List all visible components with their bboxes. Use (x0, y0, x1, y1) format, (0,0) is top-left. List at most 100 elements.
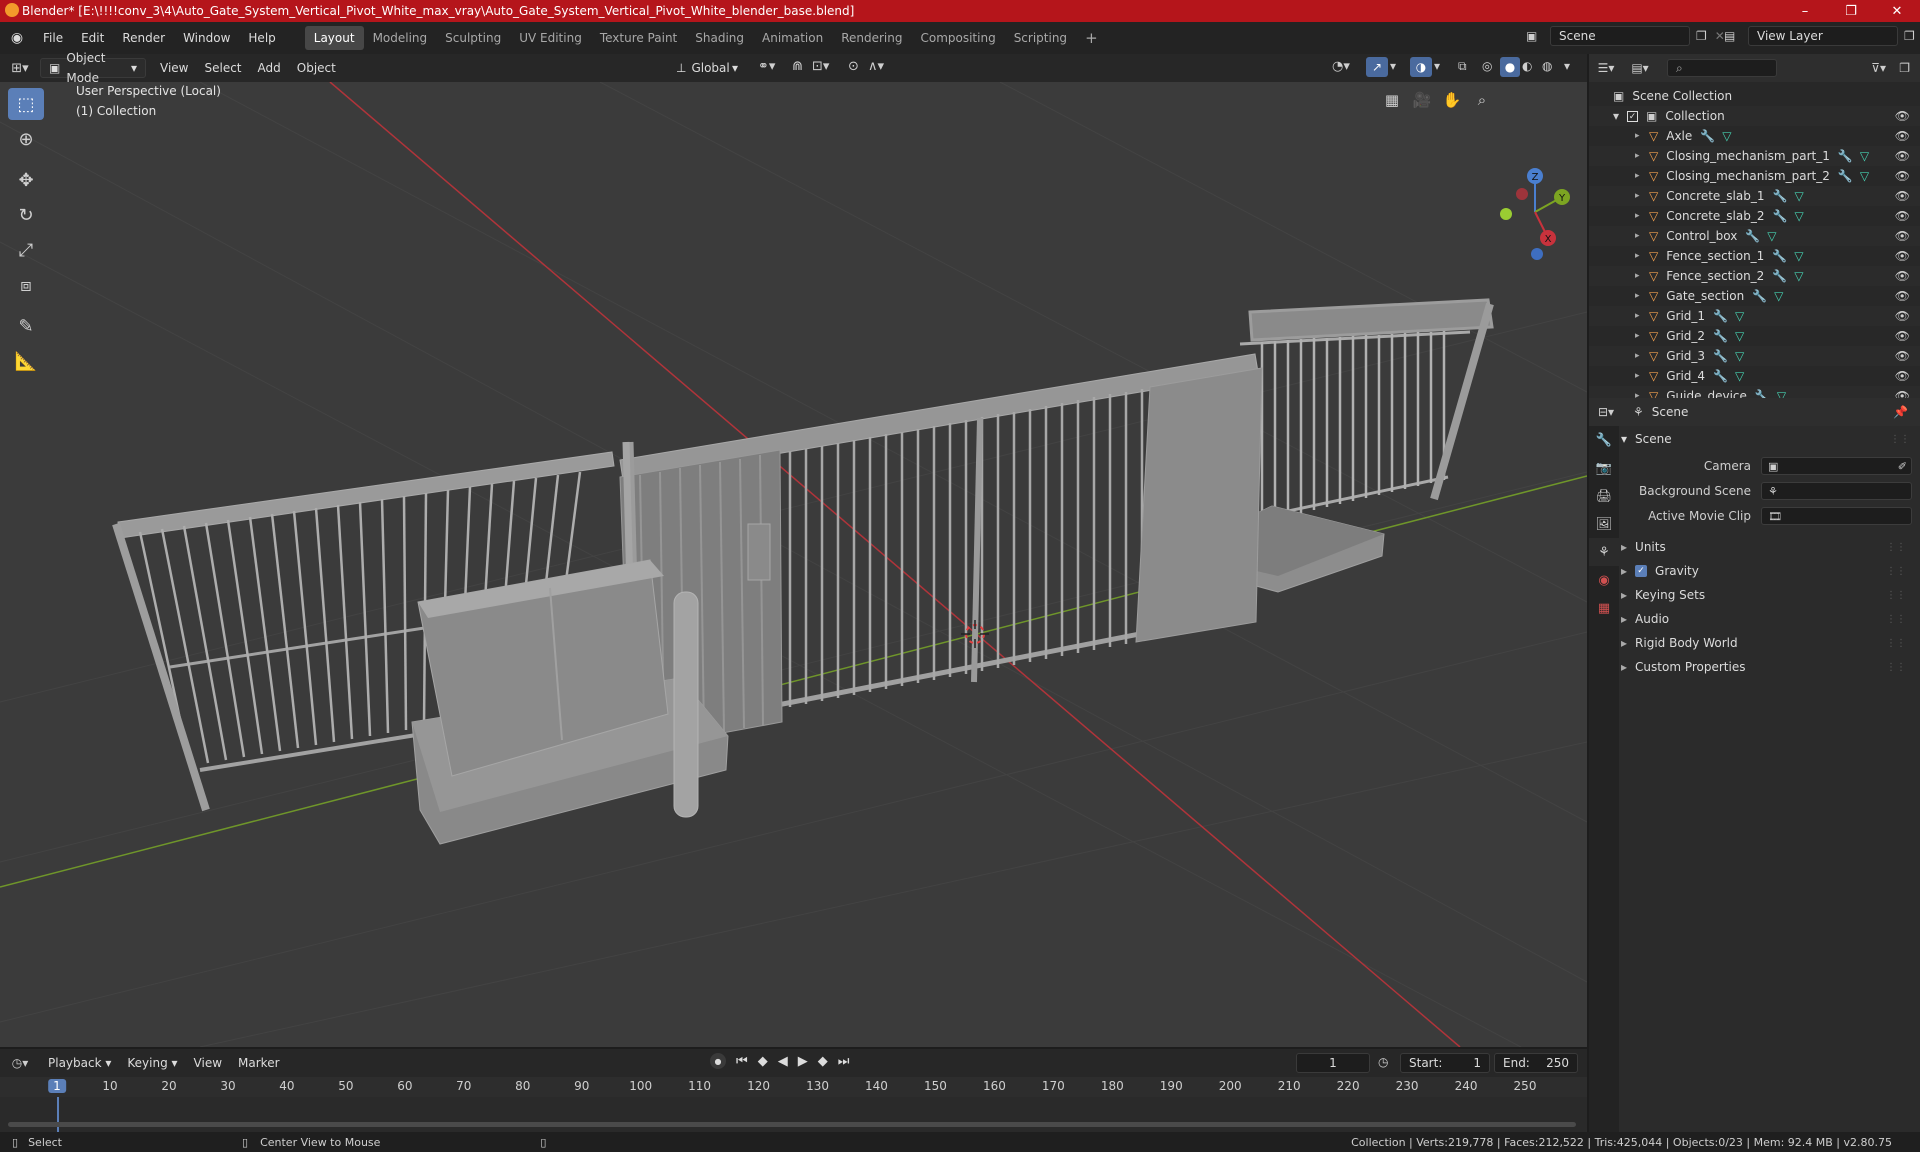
falloff-icon[interactable]: ∧▾ (868, 59, 884, 74)
preview-range-icon[interactable]: ◷ (1378, 1055, 1388, 1069)
modifier-wrench-icon[interactable]: 🔧 (1713, 309, 1728, 323)
menu-playback[interactable]: Playback ▾ (40, 1053, 119, 1073)
modifier-wrench-icon[interactable]: 🔧 (1700, 129, 1715, 143)
tab-animation[interactable]: Animation (753, 26, 832, 50)
timeline-body[interactable] (0, 1097, 1587, 1132)
modifier-wrench-icon[interactable]: 🔧 (1713, 369, 1728, 383)
outliner-item[interactable]: ▸ ▽ Grid_3 🔧 ▽ 👁 (1589, 346, 1920, 366)
zoom-icon[interactable]: ⌕ (1468, 86, 1496, 114)
drag-handle-icon[interactable]: ⋮⋮ (1886, 662, 1906, 673)
collection-row[interactable]: ▾ ✓ ▣ Collection 👁 (1589, 106, 1920, 126)
3d-viewport[interactable]: Z Y X User Perspective (Local) (1) Colle… (0, 82, 1587, 1047)
collection-checkbox[interactable]: ✓ (1627, 110, 1638, 122)
texture-tab-icon[interactable]: ▦ (1589, 594, 1619, 622)
menu-view[interactable]: View (152, 58, 196, 78)
expand-arrow-icon[interactable]: ▸ (1635, 351, 1649, 361)
tab-sculpting[interactable]: Sculpting (436, 26, 510, 50)
play-reverse-icon[interactable]: ◀ (778, 1054, 788, 1069)
keying-sets-panel[interactable]: ▸ Keying Sets ⋮⋮ (1621, 584, 1912, 606)
transform-orientation-dropdown[interactable]: ⊥ Global ▾ (668, 58, 746, 78)
pin-icon[interactable]: 📌 (1893, 405, 1908, 419)
expand-arrow-icon[interactable]: ▸ (1635, 151, 1649, 161)
mesh-data-icon[interactable]: ▽ (1735, 309, 1744, 323)
menu-select[interactable]: Select (196, 58, 249, 78)
mesh-data-icon[interactable]: ▽ (1722, 129, 1731, 143)
outliner-item[interactable]: ▸ ▽ Grid_1 🔧 ▽ 👁 (1589, 306, 1920, 326)
pan-hand-icon[interactable]: ✋ (1438, 86, 1466, 114)
camera-field[interactable]: ▣ ✐ (1761, 457, 1912, 475)
record-icon[interactable]: ● (710, 1053, 726, 1069)
outliner-item[interactable]: ▸ ▽ Control_box 🔧 ▽ 👁 (1589, 226, 1920, 246)
editor-type-icon[interactable]: ⊞▾ (0, 61, 40, 76)
menu-timeline-view[interactable]: View (186, 1053, 230, 1073)
outliner-item[interactable]: ▸ ▽ Grid_4 🔧 ▽ 👁 (1589, 366, 1920, 386)
menu-marker[interactable]: Marker (230, 1053, 287, 1073)
grid-view-icon[interactable]: ▦ (1378, 86, 1406, 114)
eye-icon[interactable]: 👁 (1895, 229, 1910, 243)
outliner-item[interactable]: ▸ ▽ Fence_section_1 🔧 ▽ 👁 (1589, 246, 1920, 266)
scene-new-icon[interactable]: ❐ (1696, 29, 1707, 43)
timeline-ruler[interactable]: 1 10 20 30 40 50 60 70 80 90 100 110 120 130 140 150 160… (0, 1077, 1587, 1097)
snap-icon[interactable]: ⋒ (792, 59, 803, 74)
end-frame-field[interactable]: End: 250 (1494, 1053, 1578, 1073)
scene-collection-row[interactable]: ▣ Scene Collection (1589, 86, 1920, 106)
scene-tab-icon[interactable]: ⚘ (1589, 538, 1619, 566)
outliner-item[interactable]: ▸ ▽ Gate_section 🔧 ▽ 👁 (1589, 286, 1920, 306)
filter-icon[interactable]: ⊽▾ (1871, 61, 1886, 75)
drag-handle-icon[interactable]: ⋮⋮ (1886, 614, 1906, 625)
custom-properties-panel[interactable]: ▸ Custom Properties ⋮⋮ (1621, 656, 1912, 678)
timeline-editor-icon[interactable]: ◷▾ (0, 1056, 40, 1070)
outliner-search-input[interactable]: ⌕ (1667, 59, 1777, 77)
eye-icon[interactable]: 👁 (1895, 329, 1910, 343)
expand-arrow-icon[interactable]: ▸ (1635, 311, 1649, 321)
eye-icon[interactable]: 👁 (1895, 209, 1910, 223)
expand-arrow-icon[interactable]: ▸ (1635, 271, 1649, 281)
outliner-item[interactable]: ▸ ▽ Grid_2 🔧 ▽ 👁 (1589, 326, 1920, 346)
expand-arrow-icon[interactable]: ▸ (1635, 191, 1649, 201)
blender-menu-icon[interactable]: ◉ (0, 30, 34, 46)
render-tab-icon[interactable]: 📷 (1589, 454, 1619, 482)
eye-icon[interactable]: 👁 (1895, 189, 1910, 203)
cursor-tool-icon[interactable]: ⊕ (8, 123, 44, 155)
snap-target-icon[interactable]: ⊡▾ (812, 59, 829, 74)
modifier-wrench-icon[interactable]: 🔧 (1838, 169, 1853, 183)
object-mode-dropdown[interactable]: ▣ Object Mode ▾ (40, 51, 146, 85)
tab-scripting[interactable]: Scripting (1005, 26, 1076, 50)
shading-dropdown-icon[interactable]: ▾ (1564, 59, 1570, 73)
menu-add[interactable]: Add (250, 58, 289, 78)
drag-handle-icon[interactable]: ⋮⋮ (1886, 542, 1906, 553)
units-panel[interactable]: ▸ Units ⋮⋮ (1621, 536, 1912, 558)
rotate-tool-icon[interactable]: ↻ (8, 199, 44, 231)
modifier-wrench-icon[interactable]: 🔧 (1713, 329, 1728, 343)
viewlayer-browse-icon[interactable]: ▤ (1724, 29, 1748, 43)
eye-icon[interactable]: 👁 (1895, 309, 1910, 323)
rigid-body-world-panel[interactable]: ▸ Rigid Body World ⋮⋮ (1621, 632, 1912, 654)
tab-shading[interactable]: Shading (686, 26, 753, 50)
tab-uv-editing[interactable]: UV Editing (510, 26, 591, 50)
mesh-data-icon[interactable]: ▽ (1860, 149, 1869, 163)
eye-icon[interactable]: 👁 (1895, 249, 1910, 263)
select-box-tool-icon[interactable]: ⬚ (8, 88, 44, 120)
close-button[interactable]: ✕ (1874, 0, 1920, 22)
scale-tool-icon[interactable]: ⤢ (8, 234, 44, 266)
modifier-wrench-icon[interactable]: 🔧 (1773, 189, 1788, 203)
viewlayer-tab-icon[interactable]: 🖼 (1589, 510, 1619, 538)
gizmo-toggle-icon[interactable]: ↗ (1366, 57, 1388, 77)
xray-icon[interactable]: ⧉ (1458, 59, 1467, 74)
gravity-panel[interactable]: ▸ ✓ Gravity ⋮⋮ (1621, 560, 1912, 582)
mesh-data-icon[interactable]: ▽ (1794, 249, 1803, 263)
add-workspace-button[interactable]: + (1076, 26, 1107, 50)
drag-handle-icon[interactable]: ⋮⋮ (1890, 434, 1910, 445)
eye-icon[interactable]: 👁 (1895, 129, 1910, 143)
tab-compositing[interactable]: Compositing (911, 26, 1004, 50)
audio-panel[interactable]: ▸ Audio ⋮⋮ (1621, 608, 1912, 630)
minimize-button[interactable]: – (1782, 0, 1828, 22)
outliner-item[interactable]: ▸ ▽ Closing_mechanism_part_2 🔧 ▽ 👁 (1589, 166, 1920, 186)
move-tool-icon[interactable]: ✥ (8, 164, 44, 196)
outliner-item[interactable]: ▸ ▽ Concrete_slab_2 🔧 ▽ 👁 (1589, 206, 1920, 226)
mesh-data-icon[interactable]: ▽ (1735, 329, 1744, 343)
expand-arrow-icon[interactable]: ▸ (1635, 251, 1649, 261)
viewlayer-selector[interactable]: View Layer (1748, 26, 1898, 46)
tab-modeling[interactable]: Modeling (364, 26, 437, 50)
eye-icon[interactable]: 👁 (1895, 369, 1910, 383)
